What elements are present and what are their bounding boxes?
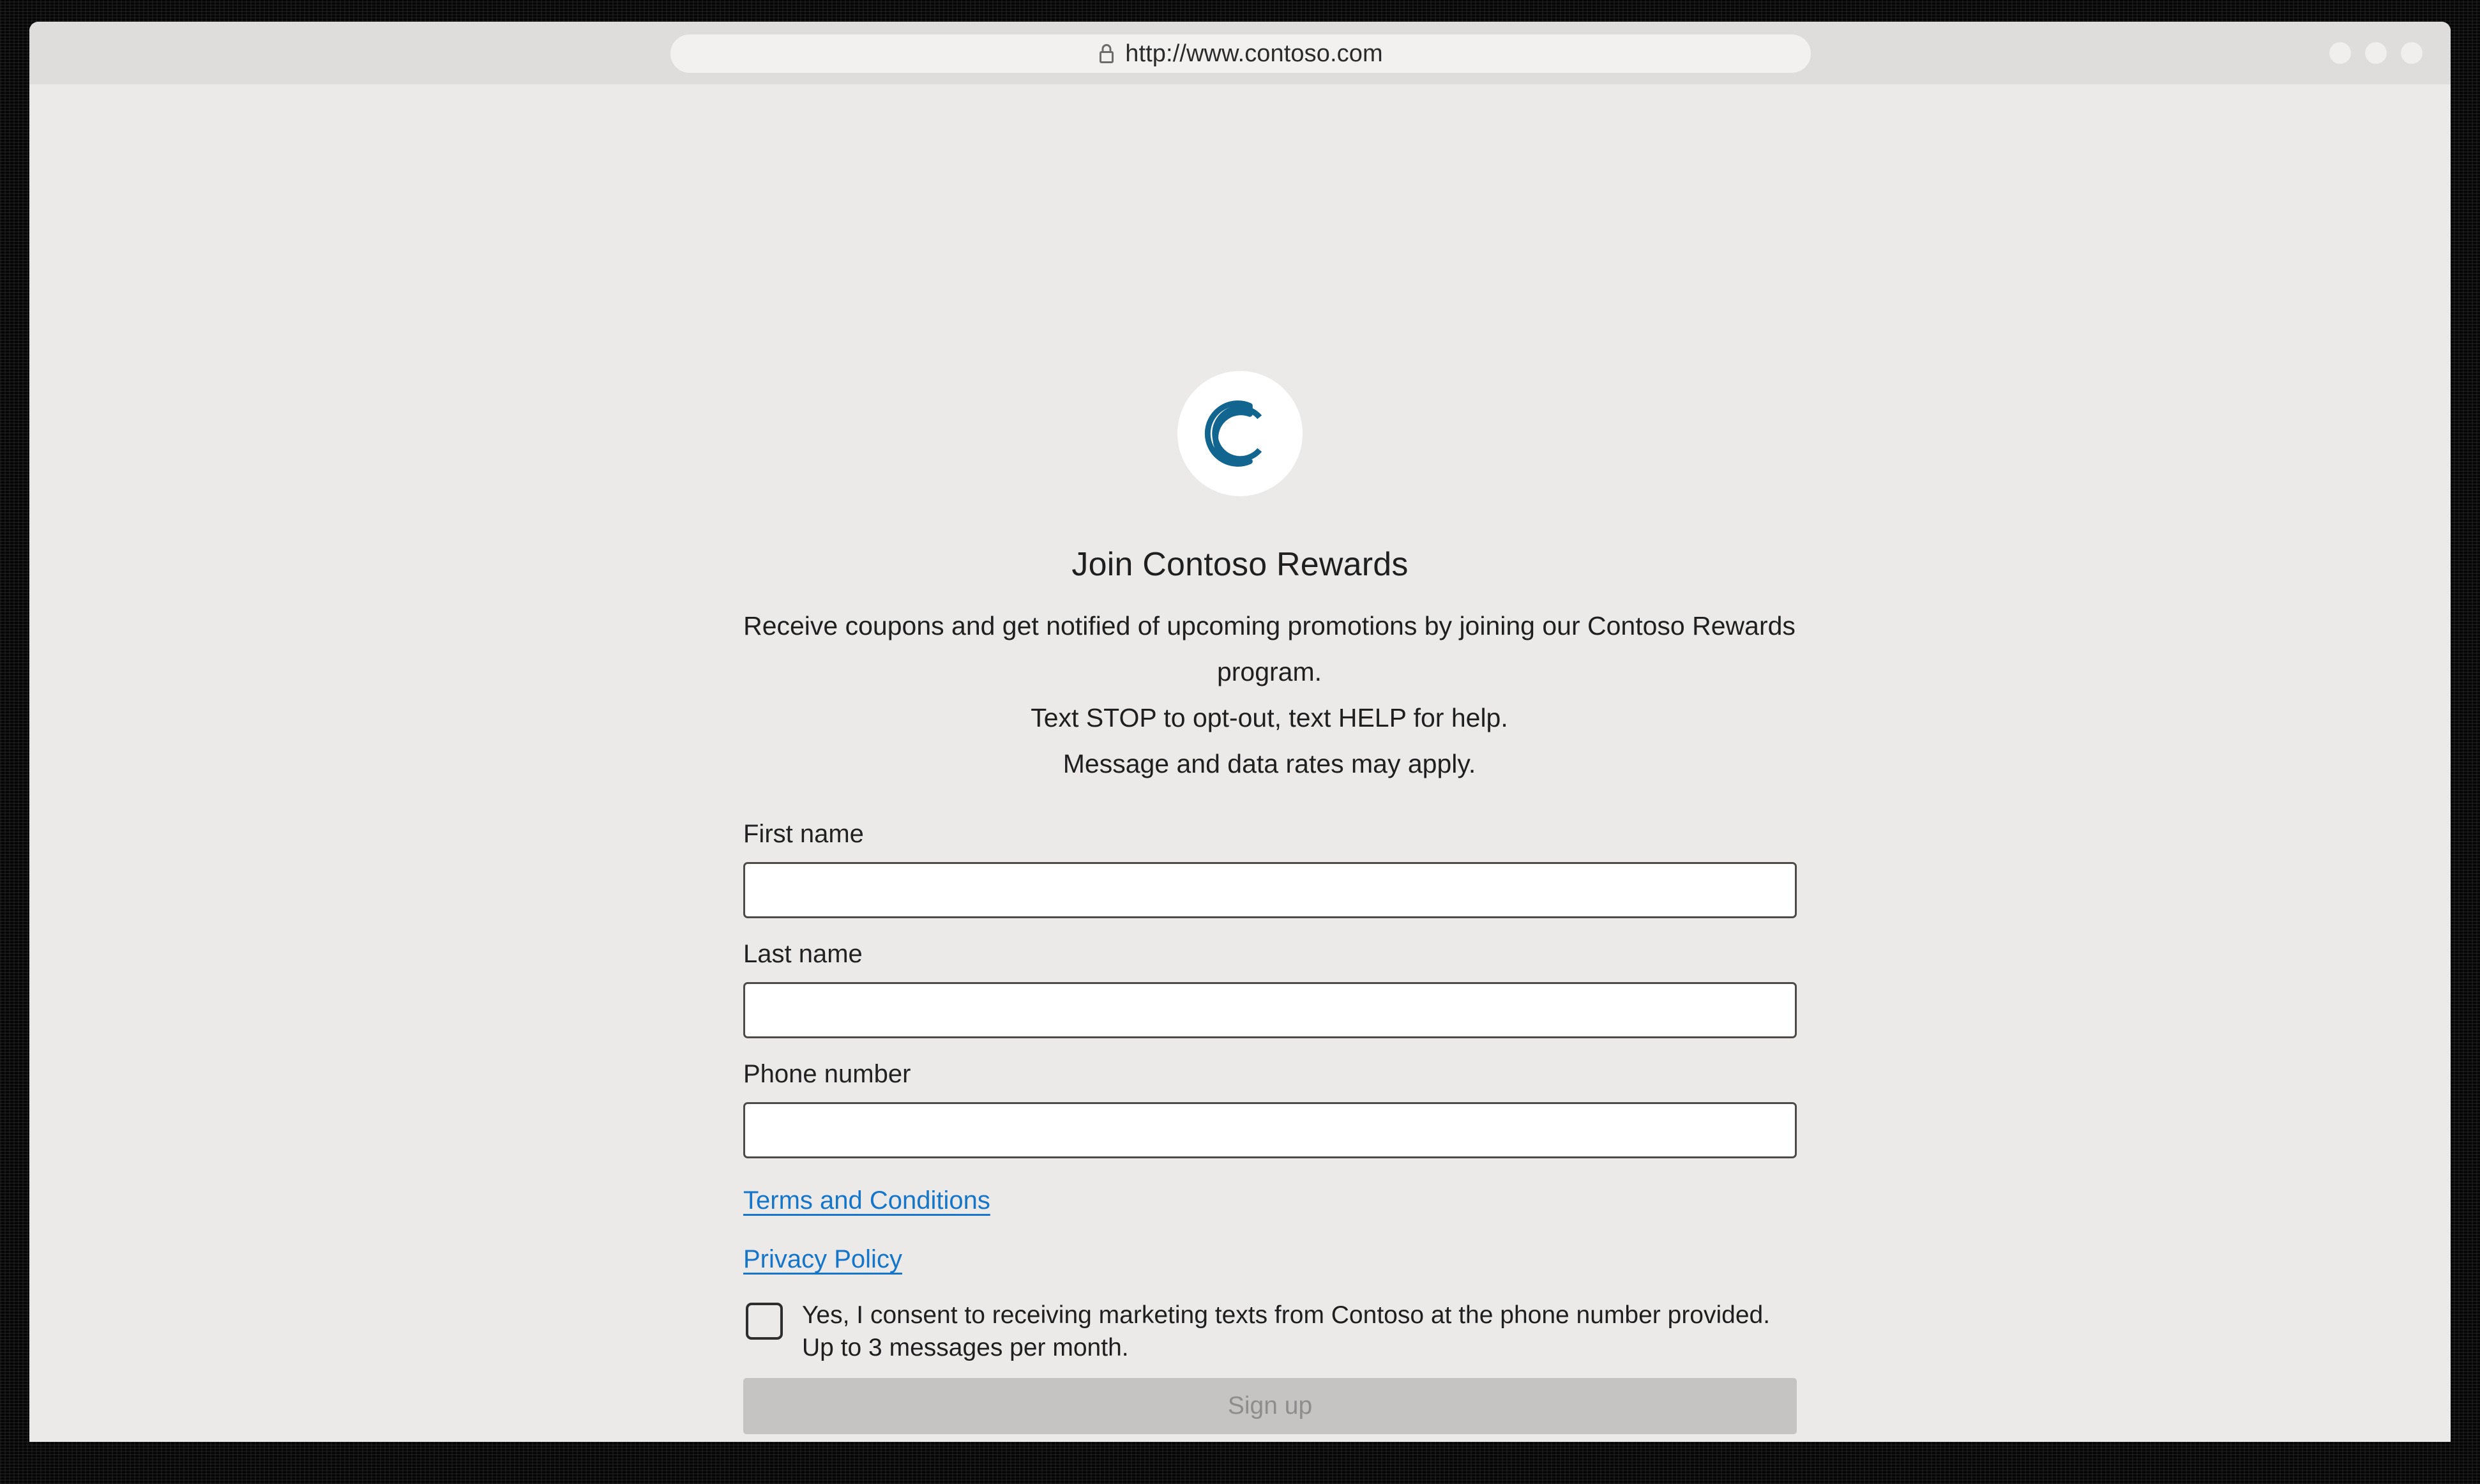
contoso-double-c-logo-icon [1204, 400, 1262, 467]
marketing-consent-label: Yes, I consent to receiving marketing te… [802, 1301, 1771, 1361]
last-name-input[interactable] [743, 982, 1797, 1038]
description-line-1: Receive coupons and get notified of upco… [743, 611, 1796, 686]
window-controls [2329, 22, 2423, 84]
signup-form: First name Last name Phone number Terms … [743, 821, 1797, 1434]
address-bar-url: http://www.contoso.com [1125, 40, 1383, 67]
minimize-dot-icon[interactable] [2329, 42, 2351, 64]
phone-number-input[interactable] [743, 1102, 1797, 1158]
first-name-field: First name [743, 821, 1797, 918]
phone-number-label: Phone number [743, 1060, 911, 1088]
lock-icon [1100, 44, 1114, 63]
marketing-consent-checkbox[interactable] [746, 1303, 783, 1340]
page-description: Receive coupons and get notified of upco… [727, 603, 1812, 787]
last-name-label: Last name [743, 940, 863, 968]
description-line-2: Text STOP to opt-out, text HELP for help… [1031, 703, 1508, 732]
first-name-label: First name [743, 820, 864, 848]
logo-circle [1177, 371, 1303, 496]
last-name-field: Last name [743, 941, 1797, 1038]
terms-and-conditions-link[interactable]: Terms and Conditions [743, 1188, 990, 1213]
close-dot-icon[interactable] [2401, 42, 2423, 64]
description-line-3: Message and data rates may apply. [1062, 749, 1476, 778]
page-title: Join Contoso Rewards [1071, 546, 1409, 583]
page-content: Join Contoso Rewards Receive coupons and… [29, 84, 2451, 1442]
browser-window: http://www.contoso.com Join Contoso Rewa… [29, 22, 2451, 1442]
brand-logo [29, 371, 2451, 496]
sign-up-button[interactable]: Sign up [743, 1378, 1797, 1434]
privacy-policy-link[interactable]: Privacy Policy [743, 1246, 902, 1272]
address-bar[interactable]: http://www.contoso.com [670, 34, 1811, 73]
terms-link-row: Terms and Conditions [743, 1181, 1797, 1213]
maximize-dot-icon[interactable] [2365, 42, 2387, 64]
screen-frame: http://www.contoso.com Join Contoso Rewa… [0, 0, 2480, 1484]
browser-chrome: http://www.contoso.com [29, 22, 2451, 84]
phone-number-field: Phone number [743, 1061, 1797, 1158]
first-name-input[interactable] [743, 862, 1797, 918]
consent-row: Yes, I consent to receiving marketing te… [743, 1299, 1797, 1364]
privacy-link-row: Privacy Policy [743, 1240, 1797, 1272]
